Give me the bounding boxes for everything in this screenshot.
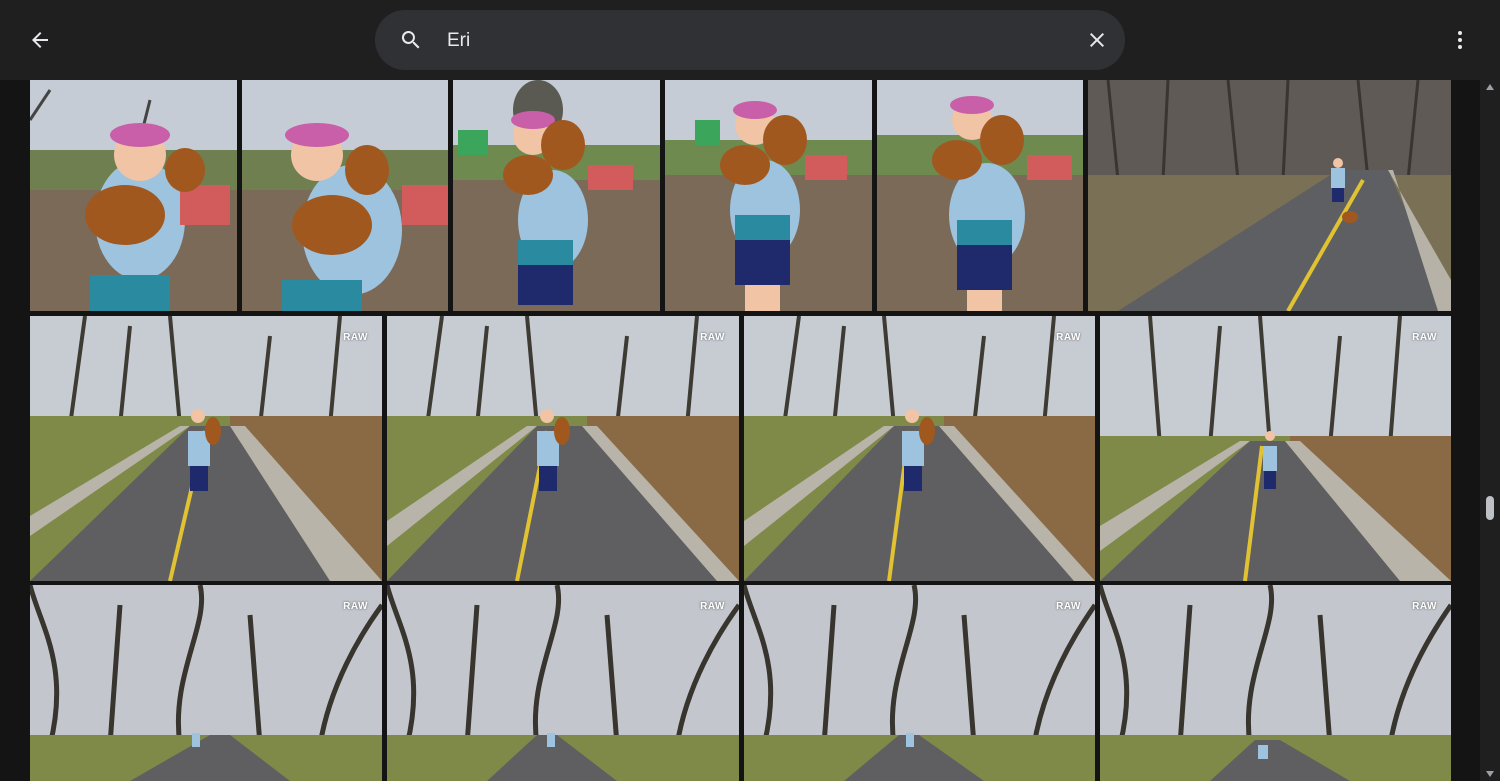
photo-thumbnail[interactable] [242, 80, 448, 311]
raw-badge: RAW [343, 601, 368, 612]
raw-badge: RAW [343, 332, 368, 343]
more-options-button[interactable] [1438, 18, 1482, 62]
raw-badge: RAW [1056, 332, 1081, 343]
raw-badge: RAW [700, 601, 725, 612]
scrollbar[interactable] [1480, 80, 1500, 781]
photo-thumbnail[interactable]: RAW [30, 585, 382, 781]
photo-grid: RAW RAW RAW RAW RAW RAW RAW RAW [0, 80, 1480, 781]
raw-badge: RAW [1056, 601, 1081, 612]
clear-search-button[interactable] [1075, 18, 1119, 62]
search-input[interactable] [445, 22, 1049, 60]
search-icon[interactable] [395, 24, 427, 56]
photo-thumbnail[interactable]: RAW [387, 316, 739, 581]
photo-thumbnail[interactable]: RAW [387, 585, 739, 781]
raw-badge: RAW [700, 332, 725, 343]
photo-thumbnail[interactable]: RAW [1100, 316, 1451, 581]
raw-badge: RAW [1412, 601, 1437, 612]
scroll-down-arrow-icon[interactable] [1486, 771, 1494, 777]
scrollbar-thumb[interactable] [1486, 496, 1494, 520]
photo-thumbnail[interactable] [665, 80, 872, 311]
arrow-back-icon [32, 32, 48, 48]
photo-thumbnail[interactable]: RAW [1100, 585, 1451, 781]
more-vert-icon [1458, 31, 1462, 49]
photo-thumbnail[interactable] [30, 80, 237, 311]
back-button[interactable] [18, 18, 62, 62]
photo-thumbnail[interactable] [877, 80, 1083, 311]
photo-thumbnail[interactable] [1088, 80, 1451, 311]
photo-thumbnail[interactable]: RAW [30, 316, 382, 581]
raw-badge: RAW [1412, 332, 1437, 343]
search-box [375, 10, 1125, 70]
photo-thumbnail[interactable] [453, 80, 660, 311]
photo-thumbnail[interactable]: RAW [744, 585, 1095, 781]
close-icon [1090, 33, 1104, 47]
photo-thumbnail[interactable]: RAW [744, 316, 1095, 581]
top-app-bar [0, 0, 1500, 80]
scroll-up-arrow-icon[interactable] [1486, 84, 1494, 90]
